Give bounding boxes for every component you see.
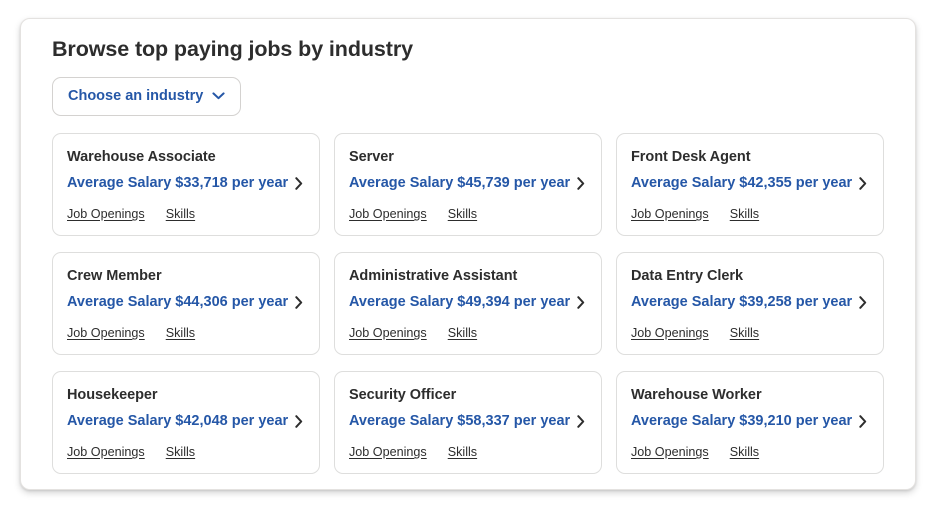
job-card-links: Job Openings Skills: [349, 206, 587, 222]
job-card-links: Job Openings Skills: [67, 444, 305, 460]
chevron-right-icon: [295, 415, 303, 428]
job-card-title: Crew Member: [67, 267, 305, 286]
job-card[interactable]: Housekeeper Average Salary $42,048 per y…: [52, 371, 320, 474]
job-card-title: Warehouse Associate: [67, 148, 305, 167]
job-card[interactable]: Security Officer Average Salary $58,337 …: [334, 371, 602, 474]
job-card[interactable]: Crew Member Average Salary $44,306 per y…: [52, 252, 320, 355]
chevron-down-icon: [212, 92, 225, 100]
job-openings-link[interactable]: Job Openings: [67, 444, 145, 460]
chevron-right-icon: [859, 177, 867, 190]
job-card-salary-link[interactable]: Average Salary $58,337 per year: [349, 412, 587, 431]
chevron-right-icon: [295, 296, 303, 309]
chevron-right-icon: [577, 296, 585, 309]
job-openings-link[interactable]: Job Openings: [631, 444, 709, 460]
job-openings-link[interactable]: Job Openings: [349, 325, 427, 341]
skills-link[interactable]: Skills: [730, 206, 759, 222]
job-card-salary-text: Average Salary $49,394 per year: [349, 293, 570, 312]
job-card-links: Job Openings Skills: [631, 444, 869, 460]
job-openings-link[interactable]: Job Openings: [67, 206, 145, 222]
skills-link[interactable]: Skills: [730, 325, 759, 341]
job-card-salary-link[interactable]: Average Salary $45,739 per year: [349, 174, 587, 193]
job-card-salary-link[interactable]: Average Salary $49,394 per year: [349, 293, 587, 312]
job-card[interactable]: Administrative Assistant Average Salary …: [334, 252, 602, 355]
job-openings-link[interactable]: Job Openings: [67, 325, 145, 341]
job-card-title: Security Officer: [349, 386, 587, 405]
page-title: Browse top paying jobs by industry: [37, 19, 899, 63]
job-card-links: Job Openings Skills: [631, 206, 869, 222]
job-card-salary-text: Average Salary $33,718 per year: [67, 174, 288, 193]
job-card[interactable]: Front Desk Agent Average Salary $42,355 …: [616, 133, 884, 236]
chevron-right-icon: [859, 415, 867, 428]
chevron-right-icon: [577, 177, 585, 190]
job-card-salary-text: Average Salary $58,337 per year: [349, 412, 570, 431]
chevron-right-icon: [577, 415, 585, 428]
skills-link[interactable]: Skills: [448, 444, 477, 460]
choose-industry-dropdown[interactable]: Choose an industry: [52, 77, 241, 116]
job-card-salary-text: Average Salary $39,210 per year: [631, 412, 852, 431]
job-card-links: Job Openings Skills: [349, 444, 587, 460]
skills-link[interactable]: Skills: [730, 444, 759, 460]
skills-link[interactable]: Skills: [448, 325, 477, 341]
job-card[interactable]: Warehouse Associate Average Salary $33,7…: [52, 133, 320, 236]
job-openings-link[interactable]: Job Openings: [631, 206, 709, 222]
job-card-salary-text: Average Salary $45,739 per year: [349, 174, 570, 193]
chevron-right-icon: [859, 296, 867, 309]
job-card-salary-link[interactable]: Average Salary $39,258 per year: [631, 293, 869, 312]
job-card-title: Warehouse Worker: [631, 386, 869, 405]
job-card-salary-text: Average Salary $44,306 per year: [67, 293, 288, 312]
job-card-salary-link[interactable]: Average Salary $44,306 per year: [67, 293, 305, 312]
job-openings-link[interactable]: Job Openings: [349, 206, 427, 222]
job-card-title: Administrative Assistant: [349, 267, 587, 286]
job-card-links: Job Openings Skills: [67, 206, 305, 222]
choose-industry-label: Choose an industry: [68, 87, 203, 105]
job-card-salary-link[interactable]: Average Salary $42,048 per year: [67, 412, 305, 431]
skills-link[interactable]: Skills: [448, 206, 477, 222]
job-card-title: Front Desk Agent: [631, 148, 869, 167]
job-openings-link[interactable]: Job Openings: [349, 444, 427, 460]
job-card-title: Data Entry Clerk: [631, 267, 869, 286]
job-card-links: Job Openings Skills: [631, 325, 869, 341]
skills-link[interactable]: Skills: [166, 206, 195, 222]
job-card-salary-text: Average Salary $42,355 per year: [631, 174, 852, 193]
chevron-right-icon: [295, 177, 303, 190]
job-card-title: Server: [349, 148, 587, 167]
job-card-salary-link[interactable]: Average Salary $42,355 per year: [631, 174, 869, 193]
job-card-salary-link[interactable]: Average Salary $33,718 per year: [67, 174, 305, 193]
skills-link[interactable]: Skills: [166, 444, 195, 460]
job-card-salary-link[interactable]: Average Salary $39,210 per year: [631, 412, 869, 431]
browse-jobs-panel: Browse top paying jobs by industry Choos…: [20, 18, 916, 490]
job-card-links: Job Openings Skills: [67, 325, 305, 341]
skills-link[interactable]: Skills: [166, 325, 195, 341]
job-card-salary-text: Average Salary $42,048 per year: [67, 412, 288, 431]
job-card-title: Housekeeper: [67, 386, 305, 405]
job-card[interactable]: Data Entry Clerk Average Salary $39,258 …: [616, 252, 884, 355]
job-card[interactable]: Warehouse Worker Average Salary $39,210 …: [616, 371, 884, 474]
job-card-grid: Warehouse Associate Average Salary $33,7…: [37, 133, 899, 474]
job-card-links: Job Openings Skills: [349, 325, 587, 341]
job-card[interactable]: Server Average Salary $45,739 per year J…: [334, 133, 602, 236]
job-openings-link[interactable]: Job Openings: [631, 325, 709, 341]
job-card-salary-text: Average Salary $39,258 per year: [631, 293, 852, 312]
